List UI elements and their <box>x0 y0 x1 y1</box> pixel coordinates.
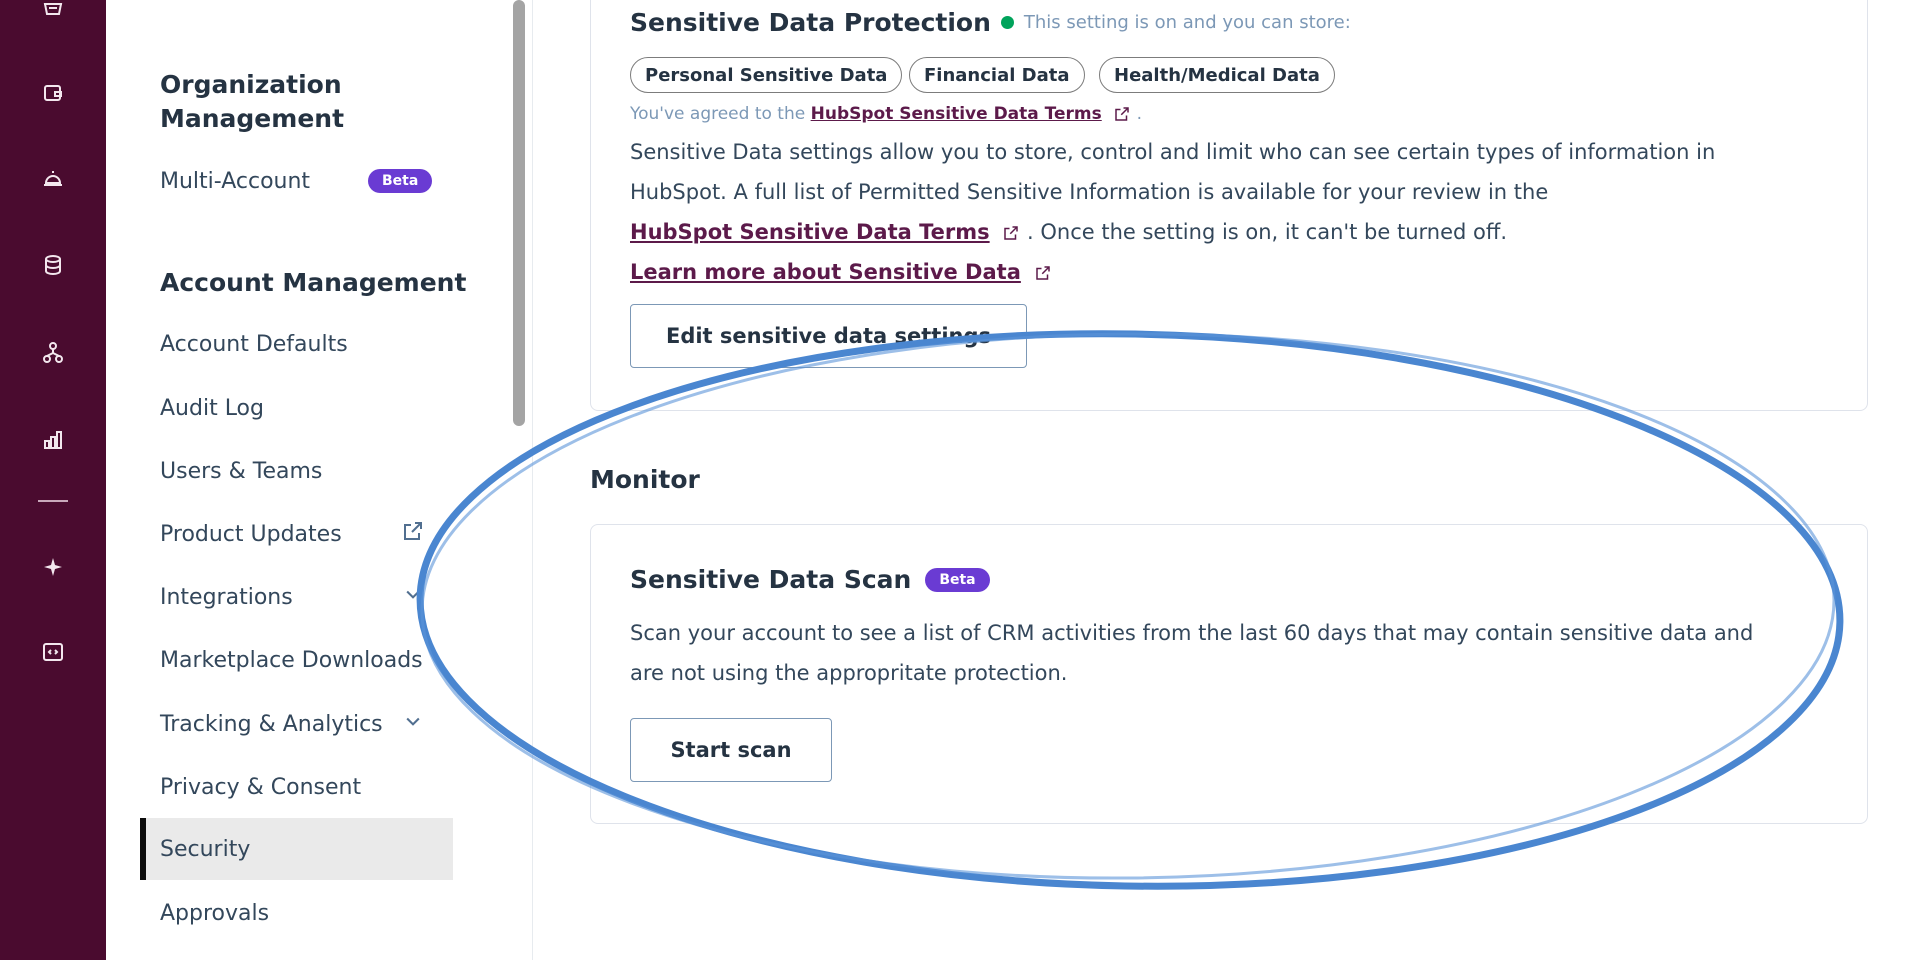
chevron-down-icon[interactable] <box>403 584 423 610</box>
sidebar-item-audit-log[interactable]: Audit Log <box>140 377 453 439</box>
scan-description: Scan your account to see a list of CRM a… <box>630 613 1830 693</box>
sidebar-item-label: Security <box>160 836 251 862</box>
sidebar-item-product-updates[interactable]: Product Updates <box>140 503 453 565</box>
learn-more-line: Learn more about Sensitive Data <box>630 252 1830 292</box>
sidebar-item-approvals[interactable]: Approvals <box>140 882 453 944</box>
sidebar-item-label: Users & Teams <box>160 458 323 484</box>
description-line: Sensitive Data settings allow you to sto… <box>630 140 1716 164</box>
sidebar-item-marketplace-downloads[interactable]: Marketplace Downloads <box>140 629 453 691</box>
learn-more-link[interactable]: Learn more about Sensitive Data <box>630 260 1021 284</box>
sidebar-item-users-teams[interactable]: Users & Teams <box>140 440 453 502</box>
external-link-icon <box>401 519 425 549</box>
agreed-prefix: You've agreed to the <box>630 104 806 124</box>
beta-badge: Beta <box>925 567 990 592</box>
sidebar-item-label: Audit Log <box>160 395 264 421</box>
sidebar-scrollbar[interactable] <box>513 0 525 426</box>
basket-icon[interactable] <box>38 0 68 22</box>
description-line: are not using the appropritate protectio… <box>630 661 1068 685</box>
sensitive-data-description: Sensitive Data settings allow you to sto… <box>630 132 1830 292</box>
sidebar-item-multi-account[interactable]: Multi-Account Beta <box>140 150 453 212</box>
sidebar-item-integrations[interactable]: Integrations <box>140 566 453 628</box>
sidebar-item-label: Account Defaults <box>160 331 348 357</box>
card-title: Sensitive Data Protection <box>630 8 991 37</box>
rail-divider <box>38 500 68 502</box>
wallet-icon[interactable] <box>38 78 68 108</box>
sidebar-item-label: Product Updates <box>160 521 342 547</box>
service-bell-icon[interactable] <box>38 163 68 193</box>
sensitive-data-scan-title: Sensitive Data Scan Beta <box>630 565 990 594</box>
sidebar-item-privacy-consent[interactable]: Privacy & Consent <box>140 756 453 818</box>
sidebar-item-tracking-analytics[interactable]: Tracking & Analytics <box>140 693 453 755</box>
sidebar-item-label: Multi-Account <box>160 168 311 194</box>
hubspot-terms-link[interactable]: HubSpot Sensitive Data Terms <box>811 104 1102 124</box>
sensitive-data-protection-title: Sensitive Data Protection This setting i… <box>630 8 1351 37</box>
account-management-heading: Account Management <box>160 268 467 297</box>
sidebar-item-label: Integrations <box>160 584 293 610</box>
org-chart-icon[interactable] <box>38 338 68 368</box>
card-title: Sensitive Data Scan <box>630 565 912 594</box>
external-link-icon <box>1004 226 1019 240</box>
description-line: Scan your account to see a list of CRM a… <box>630 621 1754 645</box>
external-link-icon <box>1115 107 1129 121</box>
sidebar-item-account-defaults[interactable]: Account Defaults <box>140 313 453 375</box>
description-rest: . Once the setting is on, it can't be tu… <box>1027 220 1508 244</box>
status-on-dot <box>1000 16 1014 29</box>
database-icon[interactable] <box>38 250 68 280</box>
chip-financial-data: Financial Data <box>909 57 1085 93</box>
chip-personal-sensitive-data: Personal Sensitive Data <box>630 57 903 93</box>
description-line: HubSpot. A full list of Permitted Sensit… <box>630 180 1549 204</box>
status-text: This setting is on and you can store: <box>1023 12 1351 33</box>
sidebar-item-security[interactable]: Security <box>140 818 453 880</box>
monitor-heading: Monitor <box>590 465 700 494</box>
beta-badge: Beta <box>368 169 433 193</box>
sidebar-item-label: Approvals <box>160 900 270 926</box>
hubspot-terms-link[interactable]: HubSpot Sensitive Data Terms <box>630 220 990 244</box>
sidebar-item-label: Marketplace Downloads <box>160 647 423 673</box>
bar-chart-icon[interactable] <box>38 425 68 455</box>
code-icon[interactable] <box>38 637 68 667</box>
sidebar-item-label: Tracking & Analytics <box>160 711 383 737</box>
global-nav-rail <box>0 0 106 960</box>
edit-sensitive-data-settings-button[interactable]: Edit sensitive data settings <box>630 304 1027 368</box>
chevron-down-icon[interactable] <box>403 711 423 737</box>
sidebar-item-label: Privacy & Consent <box>160 774 362 800</box>
chip-health-medical-data: Health/Medical Data <box>1099 57 1335 93</box>
external-link-icon <box>1035 266 1050 280</box>
start-scan-button[interactable]: Start scan <box>630 718 832 782</box>
agreed-terms-line: You've agreed to the HubSpot Sensitive D… <box>630 104 1142 124</box>
sparkle-icon[interactable] <box>38 552 68 582</box>
description-line: HubSpot Sensitive Data Terms . Once the … <box>630 212 1830 252</box>
organization-management-heading: Organization Management <box>160 70 345 133</box>
agreed-suffix: . <box>1136 104 1142 124</box>
